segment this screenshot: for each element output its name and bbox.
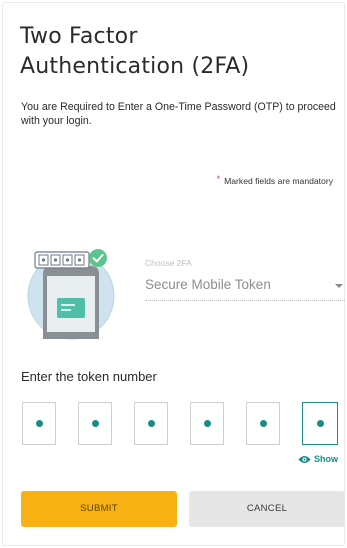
token-digit-6[interactable] xyxy=(302,402,338,445)
token-digit-1[interactable] xyxy=(22,402,56,445)
check-icon xyxy=(89,249,107,267)
token-label: Enter the token number xyxy=(21,369,157,384)
two-factor-card: Two Factor Authentication (2FA) You are … xyxy=(2,2,345,546)
masked-digit xyxy=(316,420,324,427)
masked-digit xyxy=(147,420,155,427)
mobile-token-illustration-svg xyxy=(27,249,115,340)
masked-digit xyxy=(35,420,43,427)
required-star: * xyxy=(216,174,221,184)
token-digit-4[interactable] xyxy=(190,402,224,445)
token-digit-5[interactable] xyxy=(246,402,280,445)
token-digit-2[interactable] xyxy=(78,402,112,445)
token-digit-3[interactable] xyxy=(134,402,168,445)
page-title: Two Factor Authentication (2FA) xyxy=(20,22,330,82)
title-line-1: Two Factor xyxy=(20,24,138,49)
eye-icon xyxy=(298,455,311,463)
cancel-button[interactable]: CANCEL xyxy=(189,491,345,527)
token-input-row xyxy=(22,402,342,446)
choose-2fa-select[interactable]: Secure Mobile Token xyxy=(145,274,345,301)
masked-digit xyxy=(259,420,267,427)
mandatory-note: * Marked fields are mandatory xyxy=(217,174,333,186)
masked-digit xyxy=(91,420,99,427)
choose-2fa-label: Choose 2FA xyxy=(145,258,192,268)
mandatory-note-text: Marked fields are mandatory xyxy=(224,176,333,186)
intro-text: You are Required to Enter a One-Time Pas… xyxy=(21,101,336,127)
submit-button[interactable]: SUBMIT xyxy=(21,491,177,527)
mobile-token-illustration xyxy=(23,244,127,340)
show-token-label: Show xyxy=(314,454,338,464)
masked-digit xyxy=(203,420,211,427)
chevron-down-icon xyxy=(335,284,343,288)
title-line-2: Authentication (2FA) xyxy=(20,54,250,79)
show-token-toggle[interactable]: Show xyxy=(298,453,338,465)
choose-2fa-value: Secure Mobile Token xyxy=(145,277,271,292)
